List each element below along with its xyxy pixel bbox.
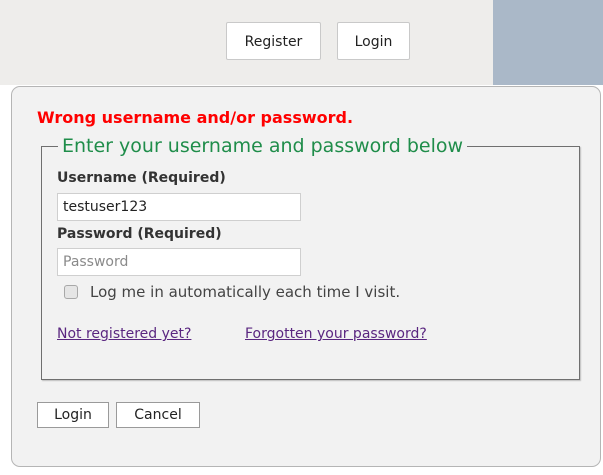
remember-me-checkbox[interactable] <box>64 285 78 299</box>
cancel-button[interactable]: Cancel <box>116 402 200 428</box>
fieldset-legend: Enter your username and password below <box>58 134 468 158</box>
login-submit-button[interactable]: Login <box>37 402 109 428</box>
username-input[interactable] <box>57 193 301 221</box>
header-accent-block <box>493 0 603 85</box>
error-message: Wrong username and/or password. <box>37 108 354 127</box>
not-registered-link[interactable]: Not registered yet? <box>57 326 191 342</box>
forgot-password-link[interactable]: Forgotten your password? <box>245 326 427 342</box>
password-label: Password (Required) <box>57 226 222 242</box>
login-nav-button[interactable]: Login <box>337 22 410 60</box>
password-input[interactable] <box>57 248 301 276</box>
register-button[interactable]: Register <box>226 22 321 60</box>
remember-me-label: Log me in automatically each time I visi… <box>90 283 401 301</box>
username-label: Username (Required) <box>57 170 226 186</box>
